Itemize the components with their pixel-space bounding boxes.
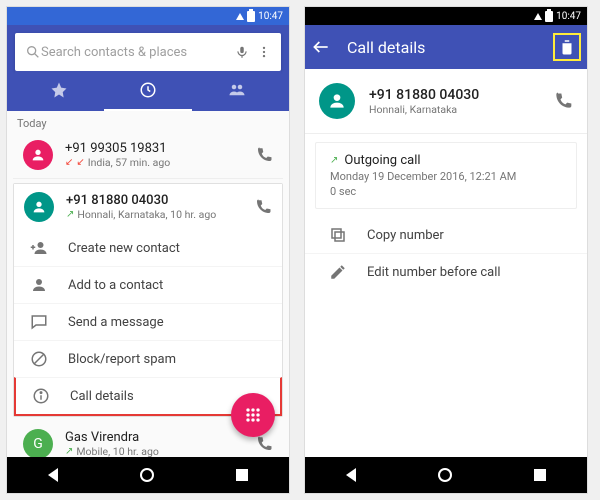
search-placeholder: Search contacts & places	[41, 45, 235, 60]
app-bar: Call details	[305, 25, 587, 69]
action-label: Send a message	[68, 315, 164, 330]
section-today: Today	[7, 111, 289, 132]
entry-sub: India, 57 min. ago	[88, 156, 170, 169]
contact-location: Honnali, Karnataka	[369, 103, 539, 116]
more-icon[interactable]	[257, 45, 271, 59]
back-button[interactable]	[311, 37, 331, 57]
action-block[interactable]: Block/report spam	[14, 340, 282, 377]
call-entry[interactable]: +91 99305 19831 ↙↙ India, 57 min. ago	[13, 132, 283, 179]
search-area: Search contacts & places	[7, 25, 289, 111]
battery-icon	[247, 11, 255, 22]
trash-icon	[558, 38, 576, 56]
tab-recents[interactable]	[104, 71, 193, 111]
person-add-icon	[28, 239, 50, 257]
search-input[interactable]: Search contacts & places	[15, 33, 281, 71]
page-title: Call details	[347, 38, 537, 57]
home-softkey[interactable]	[438, 468, 452, 482]
action-label: Create new contact	[68, 241, 180, 256]
phone-right: 10:47 Call details +91 81880 04030 Honna…	[304, 6, 588, 494]
entry-sub: Honnali, Karnataka, 10 hr. ago	[77, 208, 216, 221]
tab-contacts[interactable]	[192, 71, 281, 111]
action-edit-number[interactable]: Edit number before call	[305, 253, 587, 290]
recent-softkey[interactable]	[534, 469, 546, 481]
entry-sub: Mobile, 10 hr. ago	[76, 445, 158, 457]
battery-icon	[545, 11, 553, 22]
action-label: Call details	[70, 389, 134, 404]
missed-icon: ↙	[65, 157, 73, 168]
call-icon[interactable]	[255, 146, 273, 164]
status-time: 10:47	[556, 11, 581, 22]
dialpad-fab[interactable]	[231, 393, 275, 437]
copy-icon	[327, 226, 349, 244]
action-label: Copy number	[367, 228, 444, 243]
entry-title: +91 99305 19831	[65, 141, 243, 156]
block-icon	[28, 350, 50, 368]
entry-title: +91 81880 04030	[66, 193, 242, 208]
mic-icon[interactable]	[235, 45, 249, 59]
contact-header: +91 81880 04030 Honnali, Karnataka	[305, 69, 587, 134]
home-softkey[interactable]	[140, 468, 154, 482]
action-send-message[interactable]: Send a message	[14, 303, 282, 340]
call-icon[interactable]	[255, 435, 273, 453]
expanded-entry: +91 81880 04030 ↗Honnali, Karnataka, 10 …	[13, 183, 283, 417]
outgoing-icon: ↗	[65, 446, 73, 457]
outgoing-icon: ↗	[66, 209, 74, 220]
back-softkey[interactable]	[48, 468, 58, 482]
action-label: Edit number before call	[367, 265, 501, 280]
nav-bar	[305, 457, 587, 493]
recent-softkey[interactable]	[236, 469, 248, 481]
avatar: G	[23, 429, 53, 457]
back-softkey[interactable]	[346, 468, 356, 482]
signal-icon	[534, 13, 542, 20]
info-icon	[30, 387, 52, 405]
avatar	[319, 83, 355, 119]
outgoing-icon: ↗	[330, 155, 338, 166]
avatar	[24, 192, 54, 222]
action-create-contact[interactable]: Create new contact	[14, 230, 282, 266]
action-label: Add to a contact	[68, 278, 163, 293]
tab-favorites[interactable]	[15, 71, 104, 111]
signal-icon	[236, 13, 244, 20]
status-time: 10:47	[258, 11, 283, 22]
message-icon	[28, 313, 50, 331]
avatar	[23, 140, 53, 170]
call-info-card: ↗ Outgoing call Monday 19 December 2016, …	[315, 142, 577, 209]
call-type: Outgoing call	[344, 153, 420, 168]
tabs	[15, 71, 281, 111]
missed-icon: ↙	[76, 157, 84, 168]
entry-title: Gas Virendra	[65, 430, 243, 445]
call-icon[interactable]	[254, 198, 272, 216]
action-label: Block/report spam	[68, 352, 176, 367]
edit-icon	[327, 263, 349, 281]
action-copy-number[interactable]: Copy number	[305, 217, 587, 253]
status-bar: 10:47	[305, 7, 587, 25]
dialpad-icon	[243, 405, 263, 425]
call-icon[interactable]	[553, 91, 573, 111]
call-entry[interactable]: +91 81880 04030 ↗Honnali, Karnataka, 10 …	[14, 184, 282, 230]
contact-number: +91 81880 04030	[369, 87, 539, 103]
action-add-contact[interactable]: Add to a contact	[14, 266, 282, 303]
person-icon	[28, 276, 50, 294]
status-bar: 10:47	[7, 7, 289, 25]
call-time: Monday 19 December 2016, 12:21 AM	[330, 170, 562, 183]
call-duration: 0 sec	[330, 185, 562, 198]
search-icon	[25, 44, 41, 60]
nav-bar	[7, 457, 289, 493]
delete-button[interactable]	[553, 33, 581, 61]
phone-left: 10:47 Search contacts & places	[6, 6, 290, 494]
